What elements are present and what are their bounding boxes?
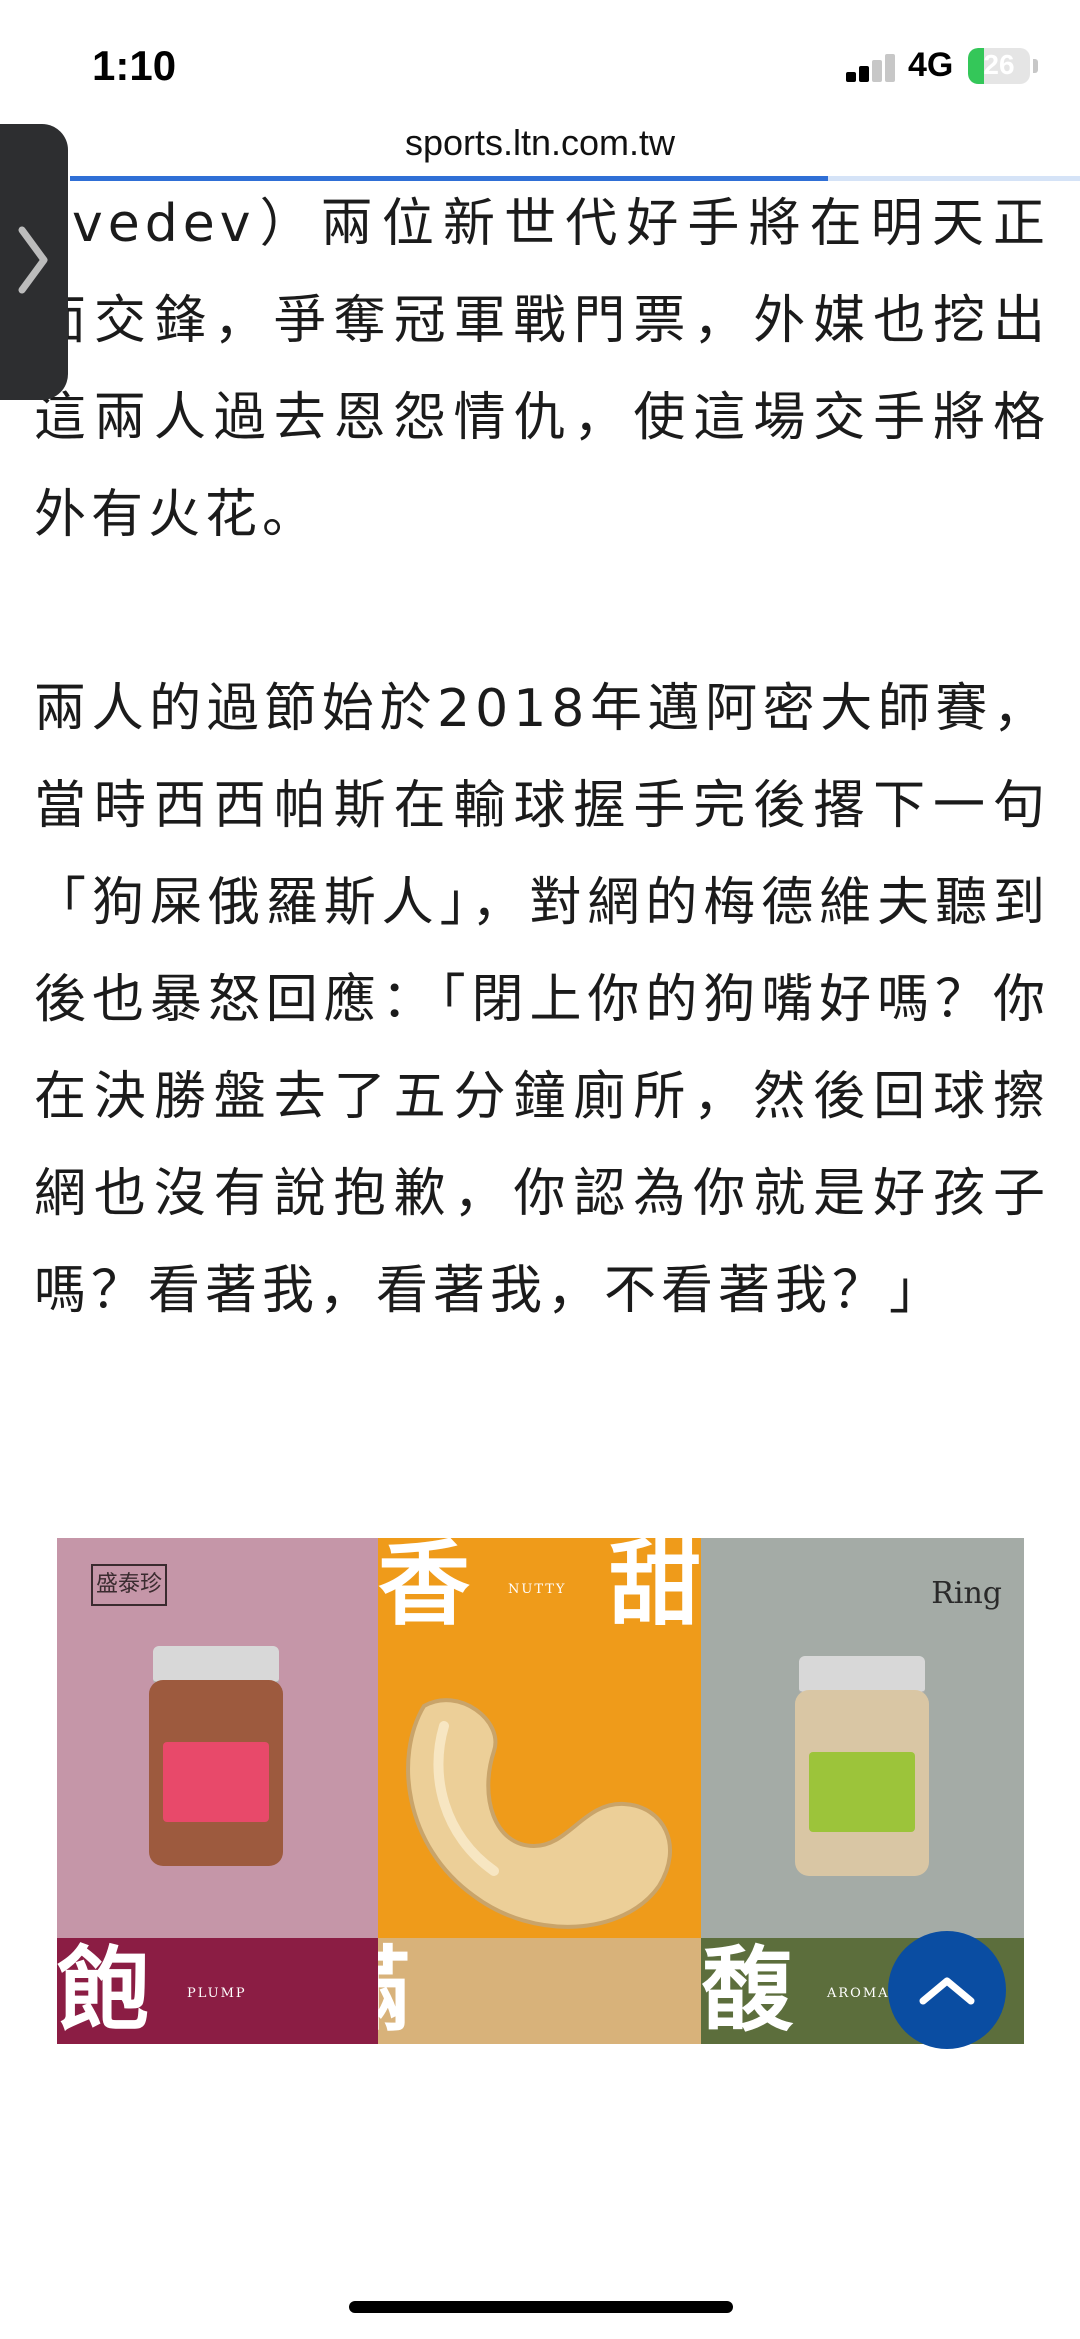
brand-logo: 盛泰珍: [91, 1564, 167, 1606]
ad-char: 滿: [378, 1944, 410, 2036]
url-bar[interactable]: sports.ltn.com.tw: [0, 122, 1080, 164]
ad-tagline: AROMA: [827, 1986, 890, 2001]
article-paragraph: dvedev）兩位新世代好手將在明天正面交鋒，爭奪冠軍戰門票，外媒也挖出這兩人過…: [34, 194, 1050, 545]
nut-jar-image: [795, 1656, 929, 1876]
brand-logo: Ring: [931, 1576, 1002, 1611]
status-bar: 1:10 4G 26: [0, 0, 1080, 130]
ad-char: 甜: [608, 1538, 701, 1638]
ad-tagline: NUTTY: [508, 1582, 567, 1597]
advertisement-banner[interactable]: 盛泰珍 飽 PLUMP 香 NUTTY 甜 滿: [57, 1538, 1024, 2044]
article-body: dvedev）兩位新世代好手將在明天正面交鋒，爭奪冠軍戰門票，外媒也挖出這兩人過…: [34, 176, 1050, 1340]
ad-tagline: PLUMP: [187, 1986, 247, 2001]
scroll-to-top-button[interactable]: [888, 1931, 1006, 2049]
home-indicator[interactable]: [349, 2301, 733, 2313]
ad-strip-middle: 滿: [378, 1938, 701, 2044]
network-type: 4G: [908, 46, 954, 84]
ad-panel-left: 盛泰珍 飽 PLUMP: [57, 1538, 378, 2044]
chevron-right-icon: [18, 226, 48, 294]
article-paragraph: 兩人的過節始於2018年邁阿密大師賽，當時西西帕斯在輸球握手完後撂下一句「狗屎俄…: [34, 679, 1050, 1321]
battery-cap: [1033, 59, 1038, 73]
ad-char: 飽: [57, 1936, 150, 2044]
battery-level: 26: [983, 49, 1015, 80]
side-panel-toggle[interactable]: [0, 124, 68, 400]
nut-jar-image: [149, 1646, 283, 1866]
battery-icon: 26: [968, 48, 1030, 84]
chevron-up-icon: [919, 1977, 975, 2005]
ad-char: 香: [378, 1538, 471, 1638]
cellular-signal-icon: [846, 52, 896, 82]
ad-char: 馥: [701, 1936, 794, 2044]
ad-strip-left: 飽 PLUMP: [57, 1938, 378, 2044]
mobile-browser-page: 1:10 4G 26 sports.ltn.com.tw dvedev）兩位新世…: [0, 0, 1080, 2339]
cashew-image: [406, 1698, 672, 1929]
status-time: 1:10: [92, 42, 177, 89]
ad-panel-middle: 香 NUTTY 甜 滿: [378, 1538, 701, 2044]
